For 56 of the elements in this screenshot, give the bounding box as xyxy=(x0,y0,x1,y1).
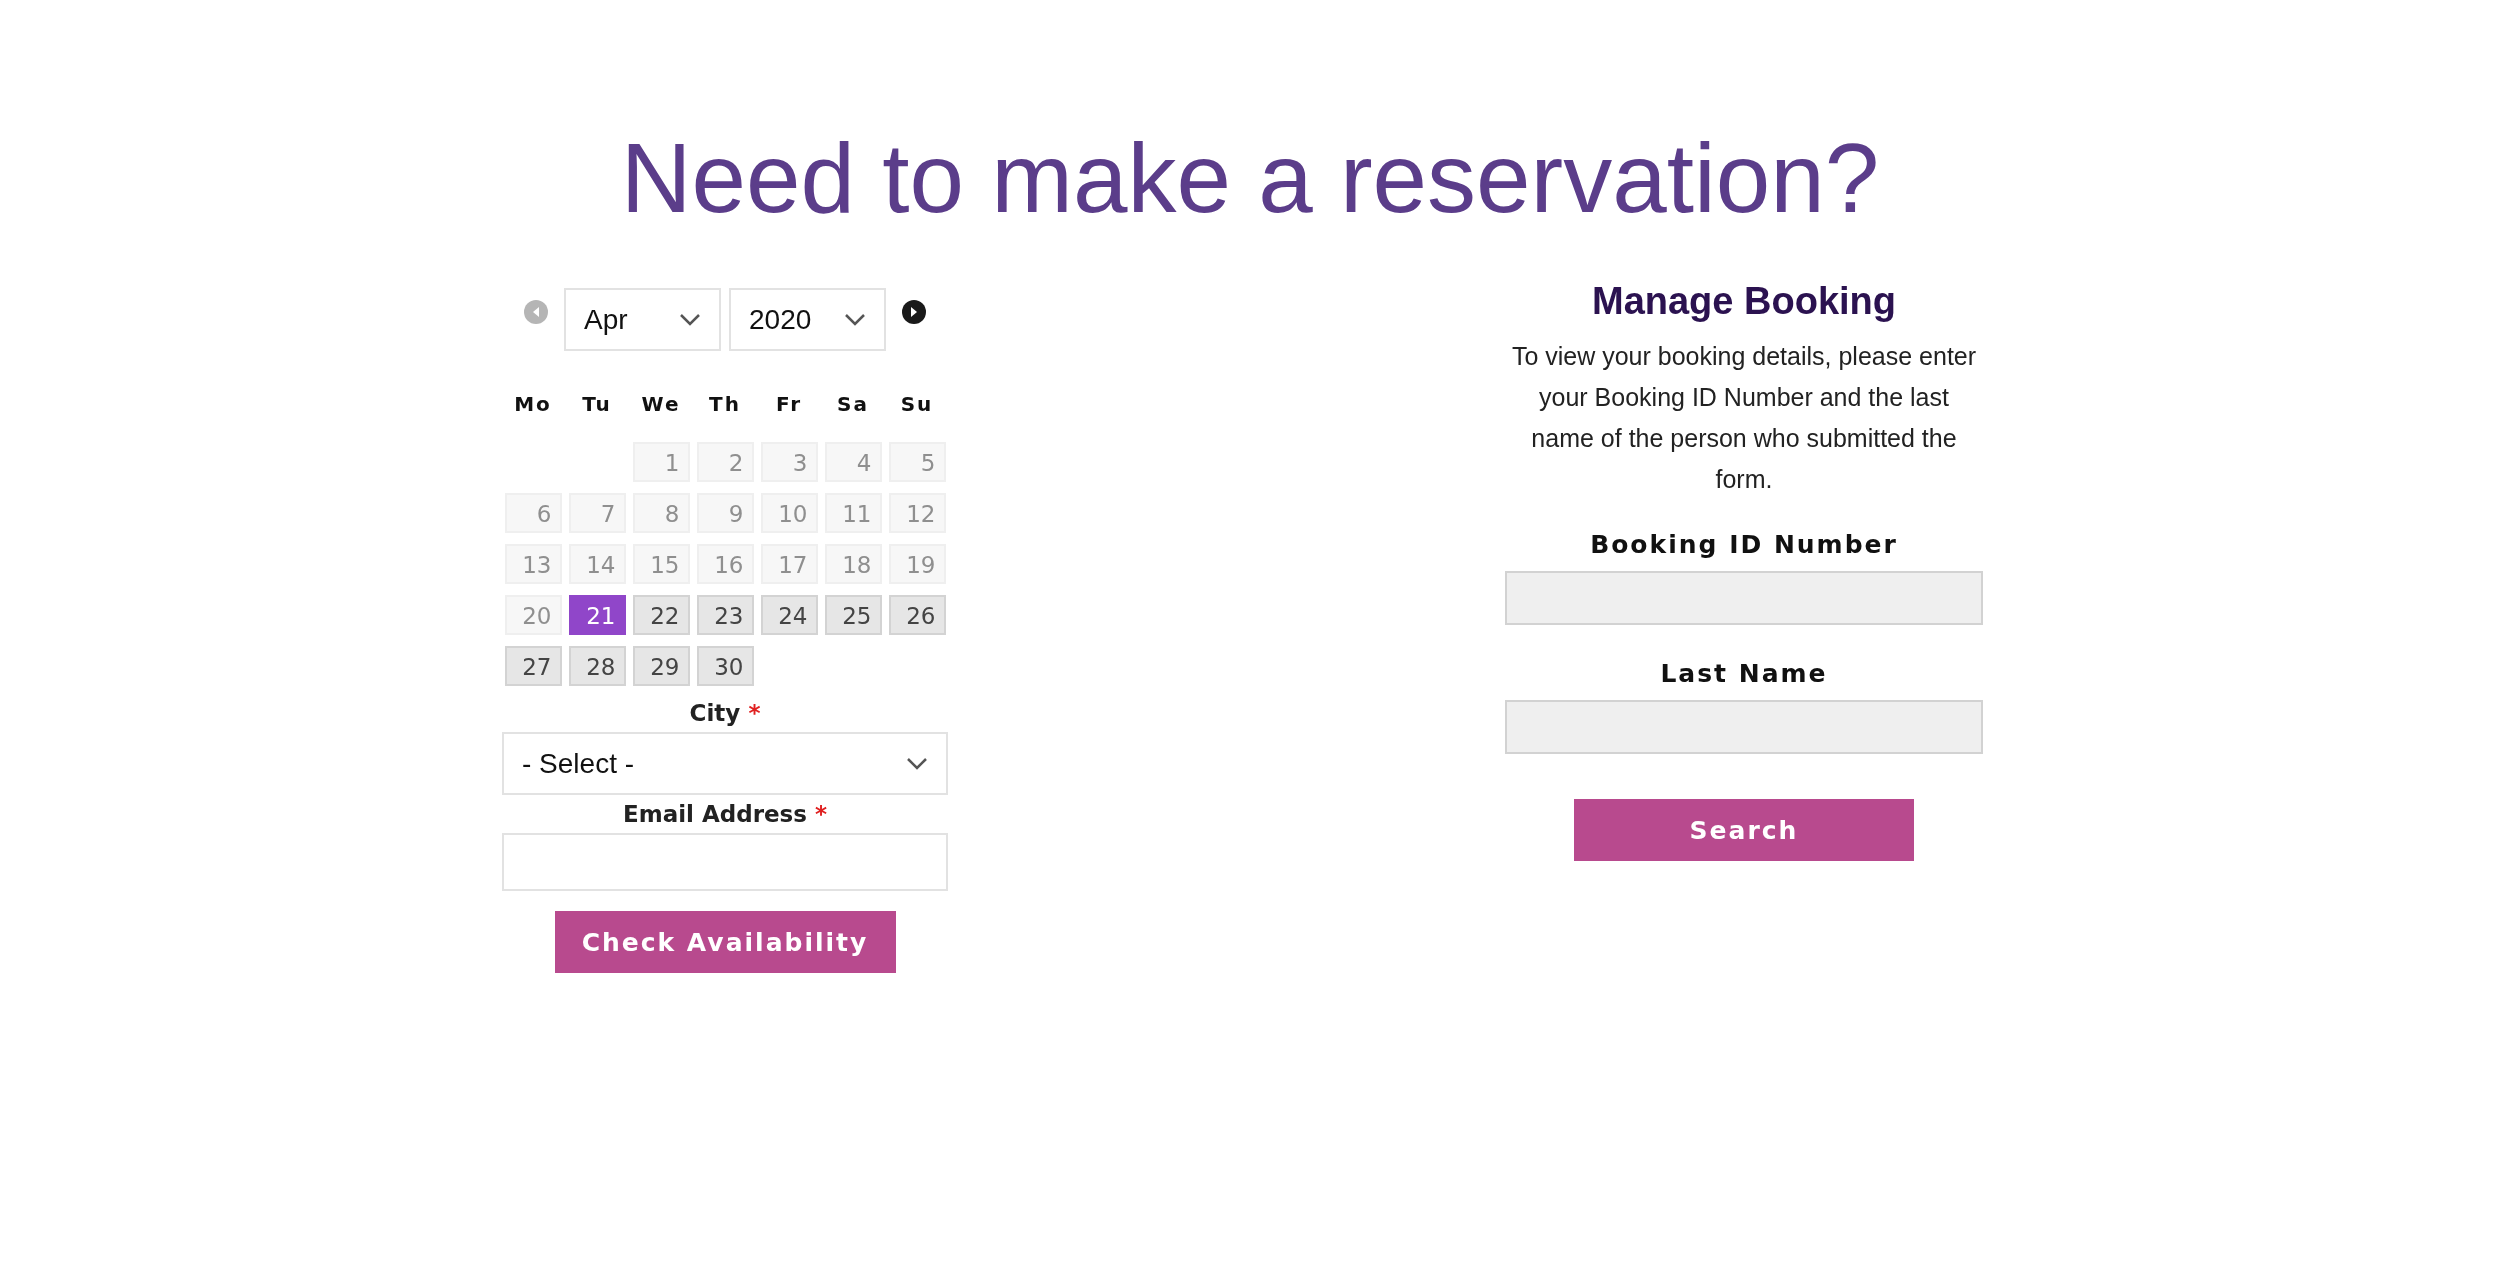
calendar-day: 3 xyxy=(760,442,818,482)
calendar-day: 14 xyxy=(568,544,626,584)
weekday-label: Mo xyxy=(513,391,553,418)
calendar-day[interactable]: 30 xyxy=(696,646,754,686)
weekday-label: Fr xyxy=(774,391,804,418)
calendar-day[interactable]: 23 xyxy=(696,595,754,635)
calendar-day: 17 xyxy=(760,544,818,584)
calendar-day: 5 xyxy=(888,442,946,482)
month-select[interactable]: Apr xyxy=(564,288,721,351)
field-label: Last Name xyxy=(1660,659,1828,688)
year-select[interactable]: 2020 xyxy=(729,288,886,351)
chevron-down-icon xyxy=(844,312,866,327)
input-field[interactable] xyxy=(1505,571,1983,625)
field-label: Email Address * xyxy=(622,801,828,827)
weekday-label: Su xyxy=(899,391,935,418)
input-field[interactable] xyxy=(1505,700,1983,754)
calendar-day: 8 xyxy=(632,493,690,533)
calendar-day[interactable]: 24 xyxy=(760,595,818,635)
weekday-label: Th xyxy=(708,391,742,418)
calendar-day: 13 xyxy=(504,544,562,584)
calendar-day: 4 xyxy=(824,442,882,482)
calendar-day[interactable]: 29 xyxy=(632,646,690,686)
field-label: City * xyxy=(689,700,761,726)
city-select[interactable]: - Select - xyxy=(502,732,948,795)
next-month-icon[interactable] xyxy=(902,300,926,324)
calendar-day[interactable]: 22 xyxy=(632,595,690,635)
calendar-day[interactable]: 25 xyxy=(824,595,882,635)
calendar-day: 9 xyxy=(696,493,754,533)
calendar-day: 16 xyxy=(696,544,754,584)
calendar-day: 11 xyxy=(824,493,882,533)
calendar-day: 10 xyxy=(760,493,818,533)
chevron-down-icon xyxy=(679,312,701,327)
calendar-day: 19 xyxy=(888,544,946,584)
weekday-label: Sa xyxy=(836,391,870,418)
calendar-day[interactable]: 28 xyxy=(568,646,626,686)
email-field[interactable] xyxy=(502,833,948,891)
calendar-day: 20 xyxy=(504,595,562,635)
page-title: Need to make a reservation? xyxy=(620,122,1880,235)
calendar-day: 7 xyxy=(568,493,626,533)
calendar-day[interactable]: 26 xyxy=(888,595,946,635)
section-heading: Manage Booking xyxy=(1592,279,1896,324)
calendar-day: 2 xyxy=(696,442,754,482)
search-button[interactable]: Search xyxy=(1574,799,1914,861)
weekday-label: We xyxy=(640,391,682,418)
calendar-day: 15 xyxy=(632,544,690,584)
weekday-label: Tu xyxy=(581,391,613,418)
calendar-day: 18 xyxy=(824,544,882,584)
calendar-day: 6 xyxy=(504,493,562,533)
calendar-day: 12 xyxy=(888,493,946,533)
instructions-text: To view your booking details, please enter your Booking ID Number and the last name of the person who submitted the form. xyxy=(1510,341,1978,495)
chevron-down-icon xyxy=(906,756,928,771)
calendar-day: 1 xyxy=(632,442,690,482)
field-label: Booking ID Number xyxy=(1590,530,1898,559)
check-availability-button[interactable]: Check Availability xyxy=(554,911,896,973)
calendar-day[interactable]: 21 xyxy=(568,595,626,635)
calendar-day[interactable]: 27 xyxy=(504,646,562,686)
